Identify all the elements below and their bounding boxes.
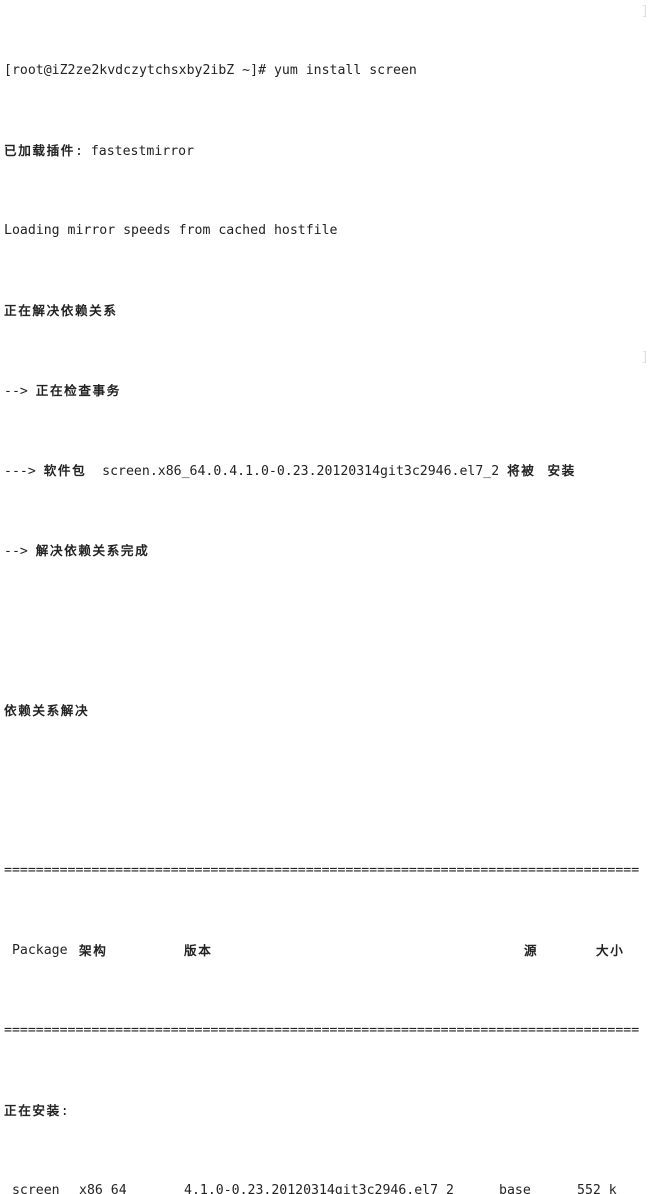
loading-mirror-text: Loading mirror speeds from cached hostfi…	[4, 223, 338, 238]
terminal-line-loaded-plugins: 已加载插件: fastestmirror	[4, 141, 650, 161]
cell-version: 4.1.0-0.23.20120314git3c2946.el7_2	[184, 1183, 454, 1194]
terminal-window[interactable]: ] ] [root@iZ2ze2kvdczytchsxby2ibZ ~]# yu…	[0, 0, 650, 1194]
dependency-resolution-title: 依赖关系解决	[4, 703, 90, 718]
cell-arch: x86_64	[79, 1183, 127, 1194]
column-header-arch: 架构	[79, 943, 108, 958]
loaded-plugins-label: 已加载插件	[4, 143, 75, 158]
loaded-plugins-value: : fastestmirror	[74, 144, 195, 159]
cell-package-name: screen	[4, 1183, 60, 1194]
terminal-line-dependency-resolution-title: 依赖关系解决	[4, 701, 650, 721]
table-row: screen x86_64 4.1.0-0.23.20120314git3c2946…	[4, 1181, 650, 1194]
column-header-size: 大小	[596, 943, 625, 958]
separator-line: ========================================…	[4, 863, 640, 878]
terminal-separator-header: ========================================…	[4, 1021, 650, 1041]
column-header-package: Package	[4, 943, 68, 958]
terminal-line-installing-header: 正在安装:	[4, 1101, 650, 1121]
cell-size: 552 k	[577, 1183, 617, 1194]
installing-label: 正在安装	[4, 1103, 61, 1118]
terminal-line-loading-mirror: Loading mirror speeds from cached hostfi…	[4, 221, 650, 241]
column-header-repo: 源	[524, 943, 539, 958]
package-nvr: screen.x86_64.0.4.1.0-0.23.20120314git3c…	[86, 464, 508, 479]
installing-colon: :	[60, 1104, 69, 1119]
deps-resolved-text: 解决依赖关系完成	[35, 543, 150, 558]
prompt-command-text: [root@iZ2ze2kvdczytchsxby2ibZ ~]# yum in…	[4, 63, 417, 78]
terminal-output: [root@iZ2ze2kvdczytchsxby2ibZ ~]# yum in…	[4, 1, 650, 1194]
arrow-marker: --->	[4, 464, 44, 479]
terminal-line-prompt-command: [root@iZ2ze2kvdczytchsxby2ibZ ~]# yum in…	[4, 61, 650, 81]
terminal-line-resolving-deps: 正在解决依赖关系	[4, 301, 650, 321]
package-label: 软件包	[43, 463, 87, 478]
terminal-line-deps-resolved: --> 解决依赖关系完成	[4, 541, 650, 561]
terminal-line-package-will-install: ---> 软件包 screen.x86_64.0.4.1.0-0.23.2012…	[4, 461, 650, 481]
arrow-marker: -->	[4, 544, 36, 559]
terminal-line-checking-transaction: --> 正在检查事务	[4, 381, 650, 401]
will-be-installed-text: 将被 安装	[507, 463, 576, 478]
separator-line: ========================================…	[4, 1023, 640, 1038]
checking-transaction-text: 正在检查事务	[35, 383, 121, 398]
table-header-row: Package 架构 版本 源 大小	[4, 941, 650, 961]
column-header-version: 版本	[184, 943, 213, 958]
arrow-marker: -->	[4, 384, 36, 399]
terminal-separator-top: ========================================…	[4, 861, 650, 881]
resolving-deps-text: 正在解决依赖关系	[4, 303, 118, 318]
cell-repo: base	[499, 1183, 531, 1194]
